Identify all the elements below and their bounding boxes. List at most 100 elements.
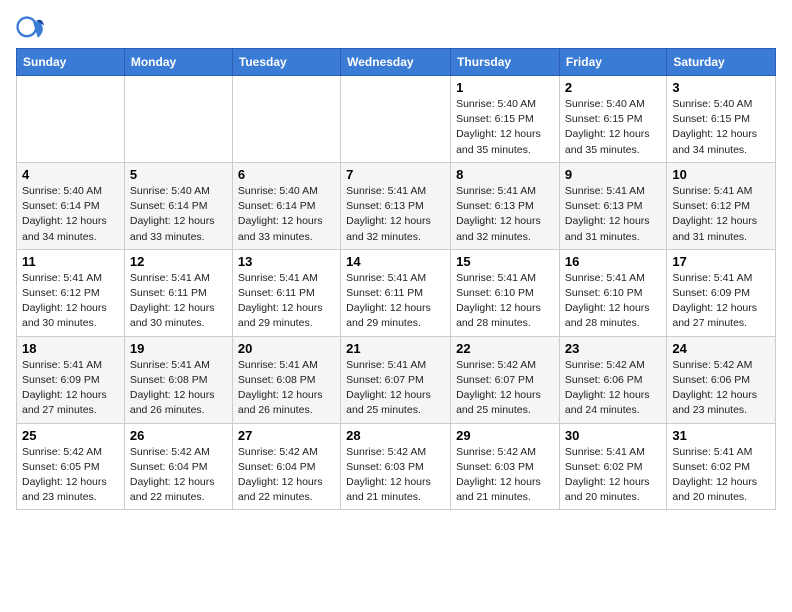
day-info: Sunrise: 5:41 AM Sunset: 6:13 PM Dayligh… — [565, 184, 661, 245]
calendar-cell: 3 Sunrise: 5:40 AM Sunset: 6:15 PM Daylig… — [667, 76, 776, 163]
day-info: Sunrise: 5:41 AM Sunset: 6:09 PM Dayligh… — [672, 271, 770, 332]
day-info: Sunrise: 5:42 AM Sunset: 6:05 PM Dayligh… — [22, 445, 119, 506]
day-info: Sunrise: 5:41 AM Sunset: 6:13 PM Dayligh… — [346, 184, 445, 245]
calendar-cell: 30 Sunrise: 5:41 AM Sunset: 6:02 PM Dayli… — [559, 423, 666, 510]
weekday-header-sunday: Sunday — [17, 49, 125, 76]
calendar-cell: 11 Sunrise: 5:41 AM Sunset: 6:12 PM Dayli… — [17, 249, 125, 336]
calendar-cell — [17, 76, 125, 163]
calendar-cell: 7 Sunrise: 5:41 AM Sunset: 6:13 PM Daylig… — [341, 162, 451, 249]
calendar-cell: 12Sunrise: 5:41 AM Sunset: 6:11 PM Dayli… — [124, 249, 232, 336]
day-number: 3 — [672, 80, 770, 95]
logo-icon — [16, 16, 44, 44]
day-info: Sunrise: 5:41 AM Sunset: 6:08 PM Dayligh… — [238, 358, 335, 419]
day-number: 4 — [22, 167, 119, 182]
calendar-cell — [124, 76, 232, 163]
day-info: Sunrise: 5:41 AM Sunset: 6:07 PM Dayligh… — [346, 358, 445, 419]
weekday-header-tuesday: Tuesday — [232, 49, 340, 76]
day-number: 11 — [22, 254, 119, 269]
weekday-header-wednesday: Wednesday — [341, 49, 451, 76]
day-info: Sunrise: 5:40 AM Sunset: 6:14 PM Dayligh… — [130, 184, 227, 245]
calendar-cell: 1 Sunrise: 5:40 AM Sunset: 6:15 PM Daylig… — [451, 76, 560, 163]
calendar-cell: 19Sunrise: 5:41 AM Sunset: 6:08 PM Dayli… — [124, 336, 232, 423]
calendar-cell: 6 Sunrise: 5:40 AM Sunset: 6:14 PM Daylig… — [232, 162, 340, 249]
day-info: Sunrise: 5:41 AM Sunset: 6:11 PM Dayligh… — [346, 271, 445, 332]
day-info: Sunrise: 5:42 AM Sunset: 6:06 PM Dayligh… — [565, 358, 661, 419]
calendar-cell: 10 Sunrise: 5:41 AM Sunset: 6:12 PM Dayli… — [667, 162, 776, 249]
day-info: Sunrise: 5:41 AM Sunset: 6:09 PM Dayligh… — [22, 358, 119, 419]
day-info: Sunrise: 5:42 AM Sunset: 6:07 PM Dayligh… — [456, 358, 554, 419]
day-number: 27 — [238, 428, 335, 443]
page-header — [16, 16, 776, 44]
day-number: 7 — [346, 167, 445, 182]
day-number: 21 — [346, 341, 445, 356]
day-info: Sunrise: 5:42 AM Sunset: 6:06 PM Dayligh… — [672, 358, 770, 419]
weekday-header-friday: Friday — [559, 49, 666, 76]
day-number: 8 — [456, 167, 554, 182]
day-info: Sunrise: 5:41 AM Sunset: 6:11 PM Dayligh… — [238, 271, 335, 332]
day-info: Sunrise: 5:40 AM Sunset: 6:15 PM Dayligh… — [456, 97, 554, 158]
weekday-header-thursday: Thursday — [451, 49, 560, 76]
logo — [16, 16, 46, 44]
calendar-cell: 18 Sunrise: 5:41 AM Sunset: 6:09 PM Dayli… — [17, 336, 125, 423]
day-number: 17 — [672, 254, 770, 269]
calendar-cell: 26 Sunrise: 5:42 AM Sunset: 6:04 PM Dayli… — [124, 423, 232, 510]
calendar-cell: 16 Sunrise: 5:41 AM Sunset: 6:10 PM Dayli… — [559, 249, 666, 336]
day-info: Sunrise: 5:41 AM Sunset: 6:13 PM Dayligh… — [456, 184, 554, 245]
day-info: Sunrise: 5:41 AM Sunset: 6:12 PM Dayligh… — [22, 271, 119, 332]
calendar-cell: 5 Sunrise: 5:40 AM Sunset: 6:14 PM Daylig… — [124, 162, 232, 249]
day-number: 23 — [565, 341, 661, 356]
day-number: 6 — [238, 167, 335, 182]
calendar-cell: 9Sunrise: 5:41 AM Sunset: 6:13 PM Daylig… — [559, 162, 666, 249]
day-number: 20 — [238, 341, 335, 356]
day-number: 18 — [22, 341, 119, 356]
calendar-cell: 8 Sunrise: 5:41 AM Sunset: 6:13 PM Daylig… — [451, 162, 560, 249]
weekday-header-saturday: Saturday — [667, 49, 776, 76]
day-number: 22 — [456, 341, 554, 356]
day-number: 2 — [565, 80, 661, 95]
calendar-cell: 21 Sunrise: 5:41 AM Sunset: 6:07 PM Dayli… — [341, 336, 451, 423]
day-number: 26 — [130, 428, 227, 443]
day-info: Sunrise: 5:41 AM Sunset: 6:10 PM Dayligh… — [565, 271, 661, 332]
day-info: Sunrise: 5:41 AM Sunset: 6:10 PM Dayligh… — [456, 271, 554, 332]
day-info: Sunrise: 5:41 AM Sunset: 6:12 PM Dayligh… — [672, 184, 770, 245]
day-number: 10 — [672, 167, 770, 182]
calendar-cell: 20 Sunrise: 5:41 AM Sunset: 6:08 PM Dayli… — [232, 336, 340, 423]
calendar-cell: 17 Sunrise: 5:41 AM Sunset: 6:09 PM Dayli… — [667, 249, 776, 336]
calendar-header: SundayMondayTuesdayWednesdayThursdayFrid… — [17, 49, 776, 76]
day-number: 14 — [346, 254, 445, 269]
day-info: Sunrise: 5:41 AM Sunset: 6:02 PM Dayligh… — [565, 445, 661, 506]
calendar-cell: 15 Sunrise: 5:41 AM Sunset: 6:10 PM Dayli… — [451, 249, 560, 336]
day-info: Sunrise: 5:41 AM Sunset: 6:02 PM Dayligh… — [672, 445, 770, 506]
day-info: Sunrise: 5:40 AM Sunset: 6:14 PM Dayligh… — [22, 184, 119, 245]
day-info: Sunrise: 5:42 AM Sunset: 6:04 PM Dayligh… — [130, 445, 227, 506]
day-number: 16 — [565, 254, 661, 269]
calendar-cell: 29Sunrise: 5:42 AM Sunset: 6:03 PM Dayli… — [451, 423, 560, 510]
calendar-table: SundayMondayTuesdayWednesdayThursdayFrid… — [16, 48, 776, 510]
calendar-week-1: 1 Sunrise: 5:40 AM Sunset: 6:15 PM Daylig… — [17, 76, 776, 163]
calendar-cell: 25Sunrise: 5:42 AM Sunset: 6:05 PM Dayli… — [17, 423, 125, 510]
calendar-cell — [232, 76, 340, 163]
day-info: Sunrise: 5:41 AM Sunset: 6:08 PM Dayligh… — [130, 358, 227, 419]
calendar-week-3: 11 Sunrise: 5:41 AM Sunset: 6:12 PM Dayli… — [17, 249, 776, 336]
day-info: Sunrise: 5:40 AM Sunset: 6:14 PM Dayligh… — [238, 184, 335, 245]
calendar-cell: 13Sunrise: 5:41 AM Sunset: 6:11 PM Dayli… — [232, 249, 340, 336]
day-number: 15 — [456, 254, 554, 269]
calendar-cell: 4 Sunrise: 5:40 AM Sunset: 6:14 PM Daylig… — [17, 162, 125, 249]
day-info: Sunrise: 5:40 AM Sunset: 6:15 PM Dayligh… — [672, 97, 770, 158]
day-number: 31 — [672, 428, 770, 443]
day-number: 30 — [565, 428, 661, 443]
day-number: 5 — [130, 167, 227, 182]
calendar-cell: 23 Sunrise: 5:42 AM Sunset: 6:06 PM Dayli… — [559, 336, 666, 423]
calendar-cell: 28Sunrise: 5:42 AM Sunset: 6:03 PM Dayli… — [341, 423, 451, 510]
calendar-week-5: 25Sunrise: 5:42 AM Sunset: 6:05 PM Dayli… — [17, 423, 776, 510]
calendar-cell: 31 Sunrise: 5:41 AM Sunset: 6:02 PM Dayli… — [667, 423, 776, 510]
calendar-cell: 27 Sunrise: 5:42 AM Sunset: 6:04 PM Dayli… — [232, 423, 340, 510]
day-number: 24 — [672, 341, 770, 356]
weekday-header-monday: Monday — [124, 49, 232, 76]
day-info: Sunrise: 5:42 AM Sunset: 6:03 PM Dayligh… — [456, 445, 554, 506]
calendar-cell: 22 Sunrise: 5:42 AM Sunset: 6:07 PM Dayli… — [451, 336, 560, 423]
calendar-week-4: 18 Sunrise: 5:41 AM Sunset: 6:09 PM Dayli… — [17, 336, 776, 423]
day-number: 1 — [456, 80, 554, 95]
day-number: 12 — [130, 254, 227, 269]
day-info: Sunrise: 5:42 AM Sunset: 6:04 PM Dayligh… — [238, 445, 335, 506]
